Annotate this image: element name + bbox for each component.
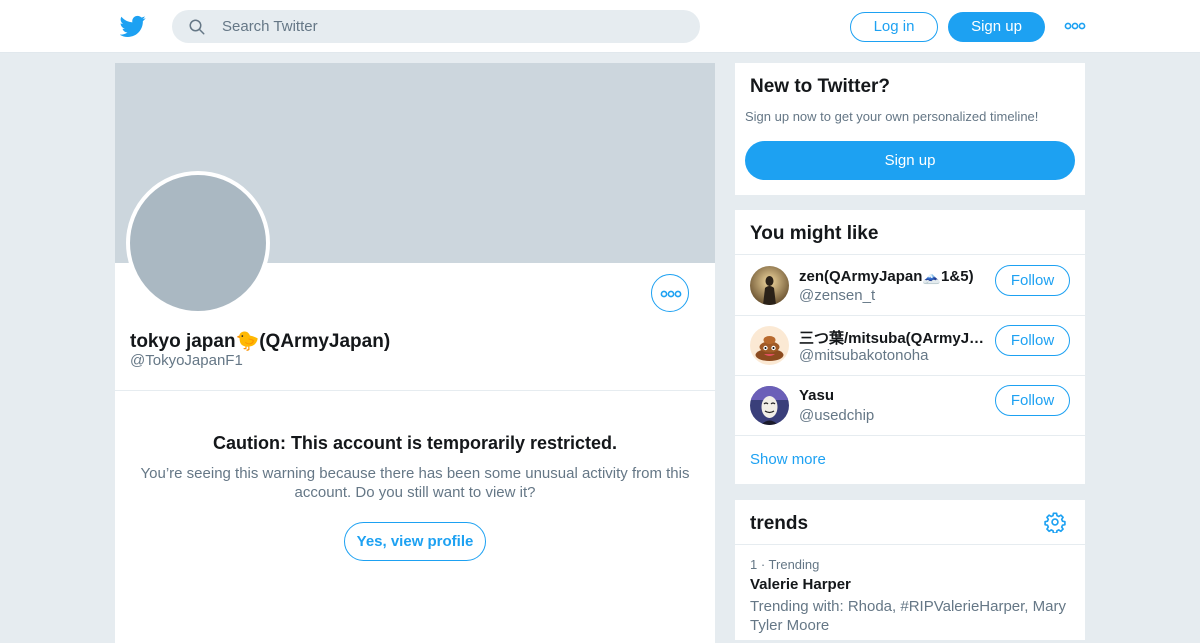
suggestion-handle: @usedchip (799, 407, 875, 424)
more-dots-icon (660, 290, 682, 298)
trend-meta: 1 · Trending (750, 557, 820, 572)
you-might-like-card: You might like zen(QArmyJapan🗻1&5) @zens… (735, 210, 1085, 484)
profile-name: tokyo japan🐤(QArmyJapan) (130, 331, 391, 352)
view-profile-button[interactable]: Yes, view profile (344, 522, 486, 561)
card-title: You might like (750, 223, 879, 244)
suggestion-item[interactable]: Yasu @usedchip Follow (735, 375, 1085, 435)
gear-icon[interactable] (1044, 511, 1066, 533)
suggestion-handle: @mitsubakotonoha (799, 347, 929, 364)
divider (735, 435, 1085, 436)
card-title: New to Twitter? (750, 76, 891, 97)
signup-button[interactable]: Sign up (948, 12, 1045, 42)
search-box[interactable] (172, 10, 700, 43)
trend-name[interactable]: Valerie Harper (750, 576, 851, 593)
suggestion-name[interactable]: 三つ葉/mitsuba(QArmyJa... (799, 327, 987, 348)
top-navigation-bar: Log in Sign up (0, 0, 1200, 53)
search-icon (189, 19, 205, 35)
new-to-twitter-card: New to Twitter? Sign up now to get your … (735, 63, 1085, 195)
card-title: trends (750, 513, 809, 534)
profile-avatar (126, 171, 270, 315)
divider (735, 544, 1085, 545)
follow-button[interactable]: Follow (995, 265, 1070, 296)
suggestion-name[interactable]: zen(QArmyJapan🗻1&5) (799, 267, 987, 285)
avatar[interactable] (750, 266, 789, 305)
trend-related: Trending with: Rhoda, #RIPValerieHarper,… (750, 598, 1066, 634)
login-button[interactable]: Log in (850, 12, 938, 42)
card-subtitle: Sign up now to get your own personalized… (745, 109, 1039, 124)
suggestion-item[interactable]: 三つ葉/mitsuba(QArmyJa... @mitsubakotonoha … (735, 315, 1085, 375)
signup-large-button[interactable]: Sign up (745, 141, 1075, 180)
warning-body: You’re seeing this warning because there… (140, 465, 690, 501)
warning-title: Caution: This account is temporarily res… (212, 433, 618, 453)
suggestion-item[interactable]: zen(QArmyJapan🗻1&5) @zensen_t Follow (735, 255, 1085, 315)
suggestion-handle: @zensen_t (799, 287, 876, 304)
more-dots-icon[interactable] (1064, 18, 1086, 34)
twitter-bird-icon[interactable] (120, 13, 146, 39)
follow-button[interactable]: Follow (995, 325, 1070, 356)
suggestion-name[interactable]: Yasu (799, 387, 987, 404)
trends-card: trends 1 · Trending Valerie Harper Trend… (735, 500, 1085, 640)
avatar[interactable] (750, 386, 789, 425)
avatar[interactable] (750, 326, 789, 365)
divider (115, 390, 715, 391)
profile-card: tokyo japan🐤(QArmyJapan) @TokyoJapanF1 C… (115, 63, 715, 643)
profile-more-button[interactable] (651, 274, 689, 312)
profile-handle: @TokyoJapanF1 (130, 352, 243, 369)
follow-button[interactable]: Follow (995, 385, 1070, 416)
show-more-link[interactable]: Show more (750, 451, 826, 468)
search-input[interactable] (222, 10, 682, 43)
